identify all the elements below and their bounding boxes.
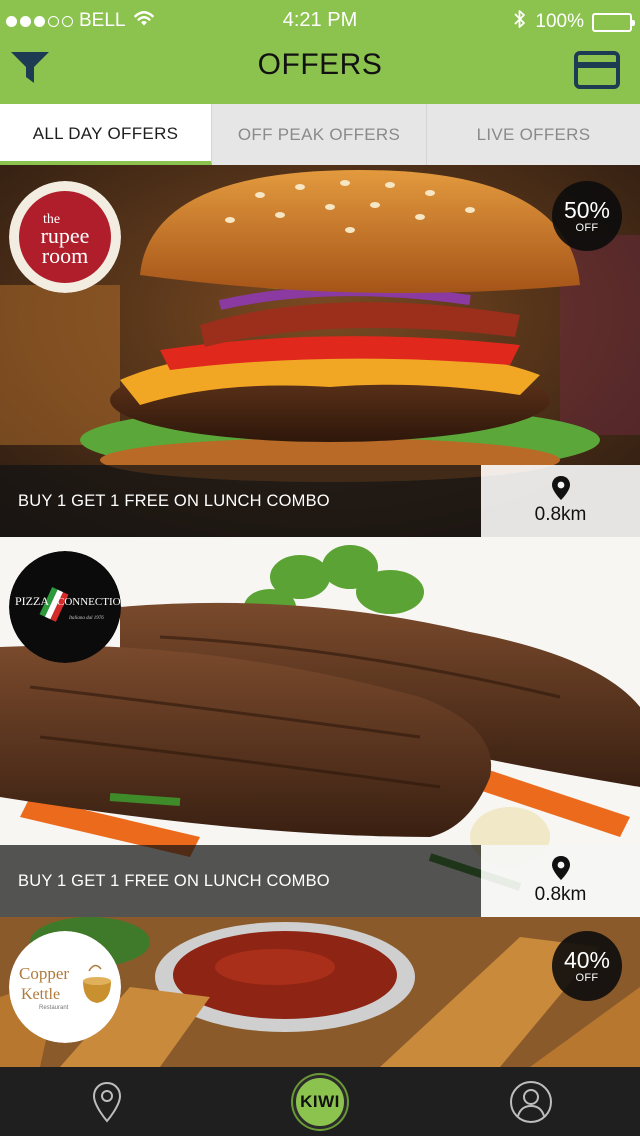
map-pin-icon	[551, 856, 570, 880]
discount-badge: 40% OFF	[552, 931, 622, 1001]
tab-all-day-offers[interactable]: ALL DAY OFFERS	[0, 104, 212, 165]
discount-label: OFF	[575, 221, 599, 234]
offer-card[interactable]: PIZZA CONNECTION Italiana dal 1976 BUY 1…	[0, 537, 640, 917]
svg-text:room: room	[42, 243, 88, 268]
offer-tabs: ALL DAY OFFERS OFF PEAK OFFERS LIVE OFFE…	[0, 104, 640, 165]
status-right: 100%	[513, 9, 635, 35]
battery-percent: 100%	[535, 11, 584, 32]
restaurant-logo-copper-kettle: Copper Kettle Restaurant	[9, 931, 121, 1043]
svg-text:Italiana dal 1976: Italiana dal 1976	[68, 616, 104, 621]
svg-text:PIZZA: PIZZA	[15, 594, 49, 608]
nearby-tab-button[interactable]	[74, 1067, 140, 1136]
svg-text:Restaurant: Restaurant	[39, 1005, 69, 1011]
restaurant-logo-pizza-connection: PIZZA CONNECTION Italiana dal 1976	[9, 551, 121, 663]
distance-value: 0.8km	[534, 884, 587, 905]
svg-text:Kettle: Kettle	[21, 986, 60, 1003]
discount-badge: 50% OFF	[552, 181, 622, 251]
tab-off-peak-offers[interactable]: OFF PEAK OFFERS	[212, 104, 427, 165]
app-header: BELL 4:21 PM 100% OFFERS	[0, 0, 640, 104]
discount-value: 40%	[563, 946, 611, 973]
profile-icon	[510, 1080, 552, 1123]
restaurant-logo-rupee-room: the rupee room	[9, 181, 121, 293]
offer-title: BUY 1 GET 1 FREE ON LUNCH COMBO	[0, 845, 481, 917]
offer-card[interactable]: Copper Kettle Restaurant 40% OFF	[0, 917, 640, 1067]
kiwi-home-button[interactable]: KIWI	[286, 1067, 354, 1136]
distance-value: 0.8km	[534, 504, 587, 525]
battery-icon	[592, 12, 635, 32]
offer-title: BUY 1 GET 1 FREE ON LUNCH COMBO	[0, 465, 481, 537]
svg-text:Copper: Copper	[19, 964, 69, 983]
card-button[interactable]	[574, 51, 620, 89]
bluetooth-icon	[513, 9, 527, 35]
discount-label: OFF	[575, 971, 599, 984]
map-pin-icon	[551, 476, 570, 500]
offer-distance: 0.8km	[481, 845, 640, 917]
page-title: OFFERS	[257, 48, 383, 81]
card-icon	[574, 51, 620, 89]
offer-distance: 0.8km	[481, 465, 640, 537]
discount-value: 50%	[563, 196, 611, 223]
profile-tab-button[interactable]	[497, 1067, 565, 1136]
kiwi-logo: KIWI	[293, 1074, 347, 1129]
location-icon	[92, 1081, 122, 1123]
status-bar: BELL 4:21 PM 100%	[0, 0, 640, 40]
offer-card[interactable]: the rupee room 50% OFF BUY 1 GET 1 FREE …	[0, 165, 640, 537]
bottom-tab-bar: KIWI	[0, 1067, 640, 1136]
svg-text:CONNECTION: CONNECTION	[57, 596, 121, 608]
tab-live-offers[interactable]: LIVE OFFERS	[427, 104, 640, 165]
